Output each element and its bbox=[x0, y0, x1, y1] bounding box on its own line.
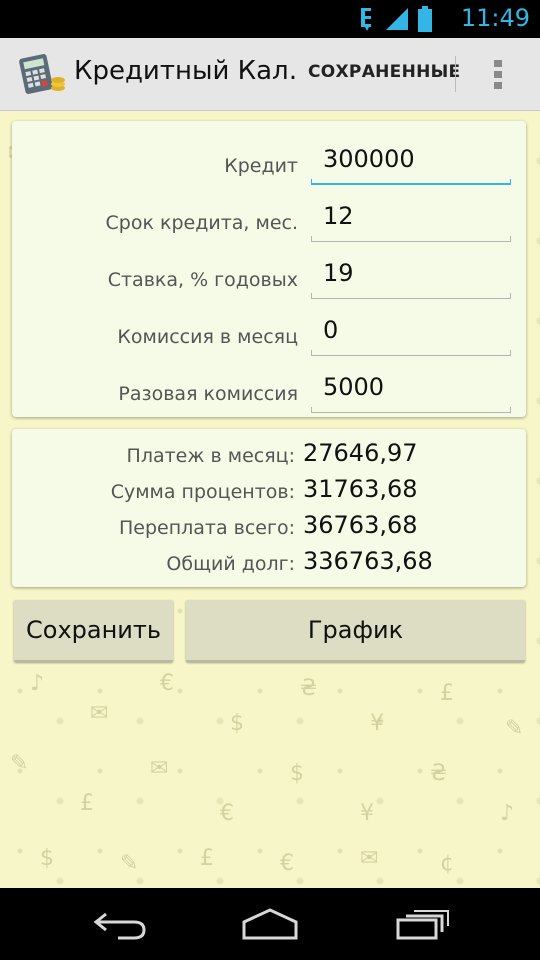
app-title: Кредитный Кал… bbox=[74, 56, 296, 86]
status-bar: 11:49 bbox=[0, 0, 540, 38]
graph-button[interactable]: График bbox=[186, 600, 525, 662]
status-icons bbox=[358, 6, 432, 32]
overpayment-value: 36763,68 bbox=[303, 511, 418, 539]
overflow-menu-icon[interactable] bbox=[487, 58, 509, 92]
back-icon[interactable] bbox=[90, 906, 150, 942]
credit-label: Кредит bbox=[224, 155, 298, 177]
field-row-rate: Ставка, % годовых bbox=[12, 247, 526, 303]
credit-input[interactable] bbox=[311, 137, 511, 181]
interest-sum-label: Сумма процентов: bbox=[110, 481, 295, 503]
field-row-monthly-fee: Комиссия в месяц bbox=[12, 304, 526, 360]
one-time-fee-input-underline bbox=[311, 407, 511, 413]
result-row-total-debt: Общий долг: 336763,68 bbox=[12, 545, 526, 581]
results-card: Платеж в месяц: 27646,97 Сумма процентов… bbox=[12, 429, 526, 587]
credit-input-underline bbox=[311, 179, 511, 185]
result-row-overpayment: Переплата всего: 36763,68 bbox=[12, 509, 526, 545]
one-time-fee-input[interactable] bbox=[311, 365, 511, 409]
overpayment-label: Переплата всего: bbox=[118, 517, 295, 539]
status-time: 11:49 bbox=[460, 4, 530, 32]
interest-sum-value: 31763,68 bbox=[303, 475, 418, 503]
total-debt-label: Общий долг: bbox=[166, 553, 295, 575]
monthly-payment-label: Платеж в месяц: bbox=[126, 445, 295, 467]
field-row-credit: Кредит bbox=[12, 133, 526, 189]
loan-input-card: Кредит Срок кредита, мес. Ставка, % годо… bbox=[12, 121, 526, 417]
rate-input-underline bbox=[311, 293, 511, 299]
action-bar: Кредитный Кал… СОХРАНЕННЫЕ bbox=[0, 38, 540, 111]
signal-icon bbox=[386, 8, 408, 30]
field-row-one-time-fee: Разовая комиссия bbox=[12, 361, 526, 417]
calculator-coins-icon[interactable] bbox=[18, 52, 66, 96]
result-row-monthly-payment: Платеж в месяц: 27646,97 bbox=[12, 437, 526, 473]
saved-button[interactable]: СОХРАНЕННЫЕ bbox=[308, 62, 460, 82]
action-divider bbox=[455, 56, 456, 92]
rate-label: Ставка, % годовых bbox=[107, 269, 298, 291]
one-time-fee-label: Разовая комиссия bbox=[118, 383, 298, 405]
recent-apps-icon[interactable] bbox=[392, 906, 452, 942]
term-label: Срок кредита, мес. bbox=[105, 212, 298, 234]
result-row-interest-sum: Сумма процентов: 31763,68 bbox=[12, 473, 526, 509]
rate-input[interactable] bbox=[311, 251, 511, 295]
usb-debug-icon bbox=[361, 8, 371, 31]
save-button[interactable]: Сохранить bbox=[14, 600, 173, 662]
monthly-fee-input-underline bbox=[311, 350, 511, 356]
field-row-term: Срок кредита, мес. bbox=[12, 190, 526, 246]
term-input-underline bbox=[311, 236, 511, 242]
navigation-bar bbox=[0, 888, 540, 960]
home-icon[interactable] bbox=[240, 906, 300, 942]
monthly-fee-label: Комиссия в месяц bbox=[117, 326, 298, 348]
content-area: ✉$€ ¥£✎ ¢§ ♪✉€ $₴¥ £✎ ✎£✉ €$¥ ₴♪ $✎£ €✉¢… bbox=[0, 111, 540, 888]
monthly-payment-value: 27646,97 bbox=[303, 439, 418, 467]
battery-icon bbox=[418, 6, 432, 32]
total-debt-value: 336763,68 bbox=[303, 547, 433, 575]
monthly-fee-input[interactable] bbox=[311, 308, 511, 352]
term-input[interactable] bbox=[311, 194, 511, 238]
